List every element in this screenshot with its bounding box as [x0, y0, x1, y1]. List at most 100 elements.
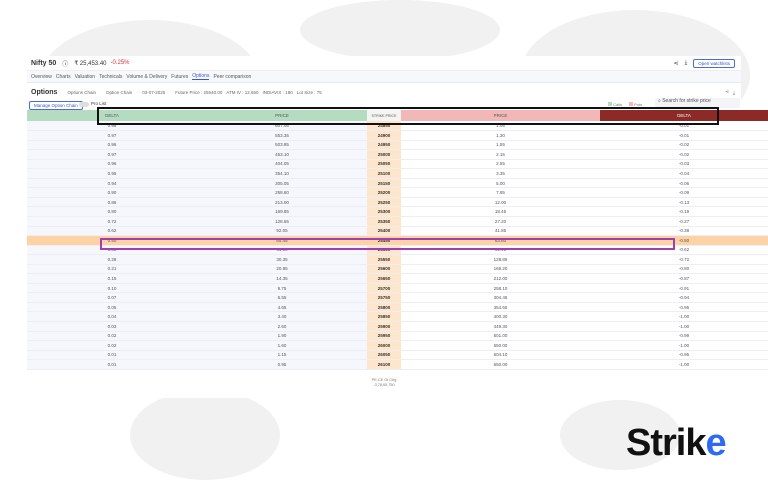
- table-row[interactable]: 0.96 503.85 24950 1.55 -0.02: [27, 140, 768, 151]
- table-row[interactable]: 0.15 14.35 25650 212.00 -0.87: [27, 273, 768, 284]
- tab-valuation[interactable]: Valuation: [75, 74, 95, 80]
- table-row[interactable]: 0.21 20.95 25600 169.20 -0.80: [27, 264, 768, 275]
- tab-bar: Overview Charts Valuation Technicals Vol…: [27, 71, 741, 83]
- pro-list-label: Pro List: [91, 101, 107, 106]
- manage-option-chain-button[interactable]: Manage Option Chain: [29, 101, 83, 110]
- table-row[interactable]: 0.94 305.05 25150 5.00 -0.06: [27, 178, 768, 189]
- call-delta-cell: 0.72: [27, 216, 197, 227]
- table-row[interactable]: 0.01 0.95 26100 650.00 -1.00: [27, 359, 768, 370]
- call-delta-cell: 0.05: [27, 302, 197, 313]
- call-price-cell: 169.85: [197, 206, 367, 217]
- call-price-cell: 607.05: [197, 121, 367, 132]
- table-row[interactable]: 0.04 3.40 25850 400.30 -1.00: [27, 311, 768, 322]
- download-icon[interactable]: ⤓: [733, 90, 735, 95]
- strike-price-cell: 25750: [367, 292, 401, 303]
- call-delta-cell: 0.38: [27, 245, 197, 256]
- call-delta-cell: 0.50: [27, 235, 197, 246]
- options-chain-select[interactable]: Options Chain: [67, 90, 96, 95]
- call-delta-cell: 0.97: [27, 149, 197, 160]
- put-price-header[interactable]: PRICE: [401, 110, 600, 121]
- table-row[interactable]: 0.02 1.60 26000 550.00 -1.00: [27, 340, 768, 351]
- share-icon[interactable]: ⋖: [674, 60, 679, 67]
- call-delta-header[interactable]: DELTA: [27, 110, 197, 121]
- strike-search-input[interactable]: ⌕ Search for strike price: [655, 98, 740, 108]
- strike-price-cell: 25950: [367, 331, 401, 342]
- options-chain-table: DELTA PRICE STRIKE PRICE PRICE DELTA 0.9…: [27, 110, 768, 370]
- table-row[interactable]: 0.96 404.05 25050 2.55 -0.03: [27, 159, 768, 170]
- expiry-date-select[interactable]: 03-07-2025: [142, 90, 165, 95]
- put-delta-cell: -0.04: [600, 168, 768, 179]
- strike-price-cell: 25850: [367, 311, 401, 322]
- call-price-cell: 9.75: [197, 283, 367, 294]
- put-price-cell: 7.85: [401, 187, 600, 198]
- info-icon[interactable]: ⓘ: [62, 59, 68, 68]
- tab-futures[interactable]: Futures: [171, 74, 188, 80]
- call-price-header[interactable]: PRICE: [197, 110, 367, 121]
- put-price-cell: 650.00: [401, 359, 600, 370]
- put-delta-header[interactable]: DELTA: [600, 110, 768, 121]
- instrument-header: Nifty 50 ⓘ ₹ 25,453.40 -0.25% ⋖ ⤓ Open w…: [27, 56, 741, 71]
- table-row[interactable]: 0.86 213.00 25250 12.00 -0.13: [27, 197, 768, 208]
- call-price-cell: 30.35: [197, 254, 367, 265]
- table-row[interactable]: 0.02 1.90 25950 501.00 -0.99: [27, 331, 768, 342]
- call-delta-cell: 0.97: [27, 130, 197, 141]
- atm-row[interactable]: 0.50 64.45 25450 63.60 -0.50: [27, 235, 768, 246]
- table-row[interactable]: 0.95 354.10 25100 3.35 -0.04: [27, 168, 768, 179]
- put-delta-cell: -0.80: [600, 264, 768, 275]
- table-row[interactable]: 0.03 2.60 25900 449.30 -1.00: [27, 321, 768, 332]
- lot-size: Lot Size : 75: [296, 89, 322, 95]
- call-price-cell: 92.05: [197, 226, 367, 237]
- put-delta-cell: -0.02: [600, 149, 768, 160]
- call-delta-cell: 0.21: [27, 264, 197, 275]
- download-icon[interactable]: ⤓: [685, 60, 688, 67]
- strike-price-cell: 26100: [367, 359, 401, 370]
- put-price-cell: 304.45: [401, 292, 600, 303]
- table-row[interactable]: 0.97 453.10 25000 2.15 -0.02: [27, 149, 768, 160]
- call-price-cell: 453.10: [197, 149, 367, 160]
- put-price-cell: 1.05: [401, 121, 600, 132]
- put-delta-cell: -0.94: [600, 292, 768, 303]
- open-watchlists-button[interactable]: Open watchlists: [693, 58, 735, 68]
- call-price-cell: 14.35: [197, 273, 367, 284]
- table-row[interactable]: 0.80 169.85 25300 18.45 -0.19: [27, 206, 768, 217]
- table-row[interactable]: 0.10 9.75 25700 258.10 -0.91: [27, 283, 768, 294]
- put-delta-cell: -0.09: [600, 187, 768, 198]
- tab-peer-comparison[interactable]: Peer comparison: [213, 74, 251, 80]
- call-delta-cell: 0.02: [27, 331, 197, 342]
- table-row[interactable]: 0.07 6.55 25750 304.45 -0.94: [27, 292, 768, 303]
- put-delta-cell: -0.03: [600, 159, 768, 170]
- tab-charts[interactable]: Charts: [56, 74, 71, 80]
- table-row[interactable]: 0.98 607.05 24850 1.05 -0.01: [27, 121, 768, 132]
- strike-price-cell: 25100: [367, 168, 401, 179]
- strike-price-cell: 25050: [367, 159, 401, 170]
- table-row[interactable]: 0.90 258.60 25200 7.85 -0.09: [27, 187, 768, 198]
- table-row[interactable]: 0.97 553.35 24900 1.30 -0.01: [27, 130, 768, 141]
- call-price-cell: 1.60: [197, 340, 367, 351]
- put-delta-cell: -0.62: [600, 245, 768, 256]
- strike-price-cell: 25250: [367, 197, 401, 208]
- table-row[interactable]: 0.62 92.05 25400 41.85 -0.38: [27, 226, 768, 237]
- strike-header[interactable]: STRIKE PRICE: [367, 110, 401, 121]
- put-delta-cell: -0.95: [600, 302, 768, 313]
- tab-overview[interactable]: Overview: [31, 74, 52, 80]
- put-price-cell: 18.45: [401, 206, 600, 217]
- share-icon[interactable]: ⋖: [725, 89, 729, 95]
- table-row[interactable]: 0.28 30.35 25550 128.85 -0.72: [27, 254, 768, 265]
- pro-list-toggle[interactable]: [79, 102, 89, 107]
- put-price-cell: 92.95: [401, 245, 600, 256]
- call-delta-cell: 0.01: [27, 350, 197, 361]
- instrument-title: Nifty 50: [31, 59, 57, 67]
- table-row[interactable]: 0.38 44.00 25500 92.95 -0.62: [27, 245, 768, 256]
- option-chain-select[interactable]: Option Chain: [106, 90, 132, 95]
- table-row[interactable]: 0.01 1.15 26050 604.10 -0.95: [27, 350, 768, 361]
- put-price-cell: 354.65: [401, 302, 600, 313]
- strike-price-cell: 25800: [367, 302, 401, 313]
- table-row[interactable]: 0.72 128.65 25350 27.20 -0.27: [27, 216, 768, 227]
- strike-price-cell: 26000: [367, 340, 401, 351]
- tab-technicals[interactable]: Technicals: [99, 74, 122, 80]
- table-row[interactable]: 0.05 4.65 25800 354.65 -0.95: [27, 302, 768, 313]
- tab-options[interactable]: Options: [192, 73, 210, 80]
- call-delta-cell: 0.90: [27, 187, 197, 198]
- tab-volume-delivery[interactable]: Volume & Delivery: [126, 74, 167, 80]
- call-price-cell: 258.60: [197, 187, 367, 198]
